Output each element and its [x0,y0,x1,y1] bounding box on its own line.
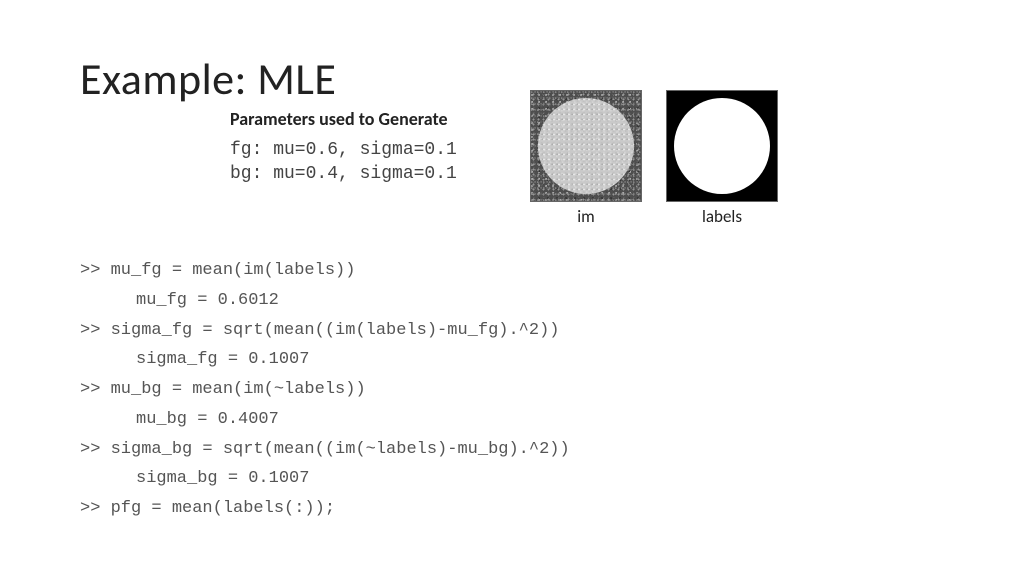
slide-title: Example: MLE [80,52,336,106]
code-line-3: >> sigma_fg = sqrt(mean((im(labels)-mu_f… [80,316,570,346]
im-image [530,90,642,202]
parameters-bg-line: bg: mu=0.4, sigma=0.1 [230,162,457,186]
code-line-4: sigma_fg = 0.1007 [80,345,570,375]
images-row: im labels [530,90,778,227]
im-caption: im [577,206,594,227]
code-line-5: >> mu_bg = mean(im(~labels)) [80,375,570,405]
parameters-heading: Parameters used to Generate [230,108,457,130]
code-line-8: sigma_bg = 0.1007 [80,464,570,494]
labels-column: labels [666,90,778,227]
code-line-2: mu_fg = 0.6012 [80,286,570,316]
code-line-7: >> sigma_bg = sqrt(mean((im(~labels)-mu_… [80,435,570,465]
parameters-block: Parameters used to Generate fg: mu=0.6, … [230,108,457,187]
code-block: >> mu_fg = mean(im(labels)) mu_fg = 0.60… [80,256,570,524]
im-column: im [530,90,642,227]
parameters-fg-line: fg: mu=0.6, sigma=0.1 [230,138,457,162]
code-line-9: >> pfg = mean(labels(:)); [80,494,570,524]
code-line-1: >> mu_fg = mean(im(labels)) [80,256,570,286]
slide: Example: MLE Parameters used to Generate… [0,0,1024,576]
noise-foreground-circle [538,98,634,194]
labels-caption: labels [702,206,742,227]
labels-image [666,90,778,202]
code-line-6: mu_bg = 0.4007 [80,405,570,435]
labels-foreground-circle [674,98,770,194]
